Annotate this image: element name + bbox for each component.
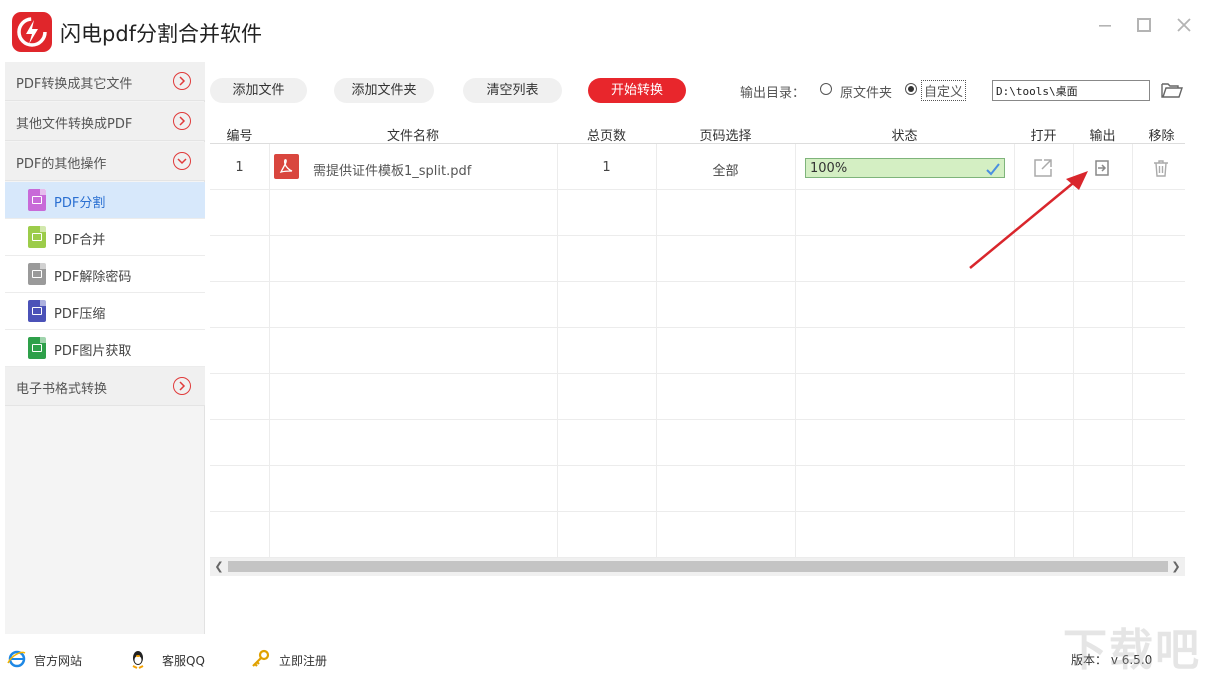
sidebar: PDF转换成其它文件 其他文件转换成PDF PDF的其他操作 PDF分割 PDF… <box>5 62 205 634</box>
official-website-link[interactable]: 官方网站 <box>34 652 82 669</box>
table-row-empty <box>210 328 1185 374</box>
sidebar-category-pdf-other-ops[interactable]: PDF的其他操作 <box>5 142 205 181</box>
lock-icon <box>28 263 46 285</box>
chevron-down-icon <box>173 152 191 170</box>
table-row-empty <box>210 466 1185 512</box>
start-convert-button[interactable]: 开始转换 <box>588 78 686 103</box>
output-dir-label: 输出目录： <box>740 86 806 101</box>
watermark: 下载吧 <box>1063 625 1201 676</box>
radio-original-folder[interactable] <box>820 83 832 95</box>
table-row-empty <box>210 420 1185 466</box>
pdf-file-icon <box>274 154 299 179</box>
sidebar-category-label: 电子书格式转换 <box>16 382 108 397</box>
add-folder-button[interactable]: 添加文件夹 <box>334 78 434 103</box>
column-divider <box>1132 144 1133 558</box>
table-header: 编号 文件名称 总页数 页码选择 状态 打开 输出 移除 <box>210 122 1185 144</box>
sidebar-category-pdf-to-other[interactable]: PDF转换成其它文件 <box>5 62 205 101</box>
chevron-right-icon <box>173 112 191 130</box>
header-status: 状态 <box>891 129 918 144</box>
sidebar-item-pdf-merge[interactable]: PDF合并 <box>5 219 205 256</box>
header-output: 输出 <box>1089 129 1116 144</box>
radio-custom[interactable] <box>905 83 917 95</box>
app-logo-icon <box>12 12 52 52</box>
minimize-button[interactable] <box>1094 14 1116 36</box>
table-row-empty <box>210 512 1185 558</box>
header-page-selection: 页码选择 <box>699 129 752 144</box>
sidebar-item-pdf-image-extract[interactable]: PDF图片获取 <box>5 330 205 367</box>
sidebar-item-pdf-split[interactable]: PDF分割 <box>5 182 205 219</box>
radio-custom-label[interactable]: 自定义 <box>920 80 967 101</box>
compress-icon <box>28 300 46 322</box>
footer-bar: 官方网站 客服QQ 立即注册 版本： v 6.5.0 <box>0 634 1205 679</box>
clear-list-button[interactable]: 清空列表 <box>463 78 562 103</box>
row-index: 1 <box>235 160 244 175</box>
horizontal-scrollbar[interactable]: ❮ ❯ <box>210 558 1185 576</box>
sidebar-item-label: PDF压缩 <box>54 307 106 322</box>
close-button[interactable] <box>1173 14 1195 36</box>
scroll-left-icon[interactable]: ❮ <box>211 559 227 575</box>
progress-text: 100% <box>810 161 848 176</box>
trash-icon[interactable] <box>1151 158 1171 178</box>
support-qq-link[interactable]: 客服QQ <box>162 652 205 669</box>
merge-icon <box>28 226 46 248</box>
sidebar-category-label: 其他文件转换成PDF <box>16 117 133 132</box>
table-row-empty <box>210 282 1185 328</box>
title-bar: 闪电pdf分割合并软件 <box>0 0 1205 62</box>
column-divider <box>269 144 270 558</box>
row-page-selection[interactable]: 全部 <box>656 160 795 179</box>
split-icon <box>28 189 46 211</box>
column-divider <box>557 144 558 558</box>
scrollbar-thumb[interactable] <box>228 561 1168 572</box>
chevron-right-icon <box>173 377 191 395</box>
scroll-right-icon[interactable]: ❯ <box>1168 559 1184 575</box>
sidebar-item-label: PDF分割 <box>54 196 106 211</box>
sidebar-item-pdf-unlock[interactable]: PDF解除密码 <box>5 256 205 293</box>
header-filename: 文件名称 <box>386 129 439 144</box>
ie-browser-icon <box>7 649 27 669</box>
sidebar-category-ebook-convert[interactable]: 电子书格式转换 <box>5 367 205 406</box>
annotation-arrow <box>969 171 1088 269</box>
sidebar-category-label: PDF的其他操作 <box>16 157 107 172</box>
sidebar-category-other-to-pdf[interactable]: 其他文件转换成PDF <box>5 102 205 141</box>
register-link[interactable]: 立即注册 <box>279 652 327 669</box>
maximize-button[interactable] <box>1133 14 1155 36</box>
header-remove: 移除 <box>1148 129 1175 144</box>
sidebar-item-label: PDF解除密码 <box>54 270 132 285</box>
chevron-right-icon <box>173 72 191 90</box>
header-open: 打开 <box>1030 129 1057 144</box>
radio-original-folder-label[interactable]: 原文件夹 <box>840 82 892 101</box>
app-window: 闪电pdf分割合并软件 PDF转换成其它文件 其他文件转换成PDF PDF的其他… <box>0 0 1205 679</box>
image-icon <box>28 337 46 359</box>
qq-penguin-icon <box>128 649 148 669</box>
row-pages: 1 <box>602 160 611 175</box>
table-row-empty <box>210 374 1185 420</box>
app-title: 闪电pdf分割合并软件 <box>60 22 263 46</box>
output-path-input[interactable]: D:\tools\桌面 <box>992 80 1150 101</box>
add-file-button[interactable]: 添加文件 <box>210 78 307 103</box>
sidebar-item-label: PDF图片获取 <box>54 344 132 359</box>
key-icon <box>250 649 270 669</box>
row-filename: 需提供证件模板1_split.pdf <box>313 164 472 179</box>
column-divider <box>795 144 796 558</box>
header-pages: 总页数 <box>586 129 626 144</box>
sidebar-item-pdf-compress[interactable]: PDF压缩 <box>5 293 205 330</box>
folder-open-icon[interactable] <box>1161 81 1183 99</box>
sidebar-item-label: PDF合并 <box>54 233 106 248</box>
sidebar-category-label: PDF转换成其它文件 <box>16 77 133 92</box>
header-index: 编号 <box>226 129 253 144</box>
column-divider <box>656 144 657 558</box>
